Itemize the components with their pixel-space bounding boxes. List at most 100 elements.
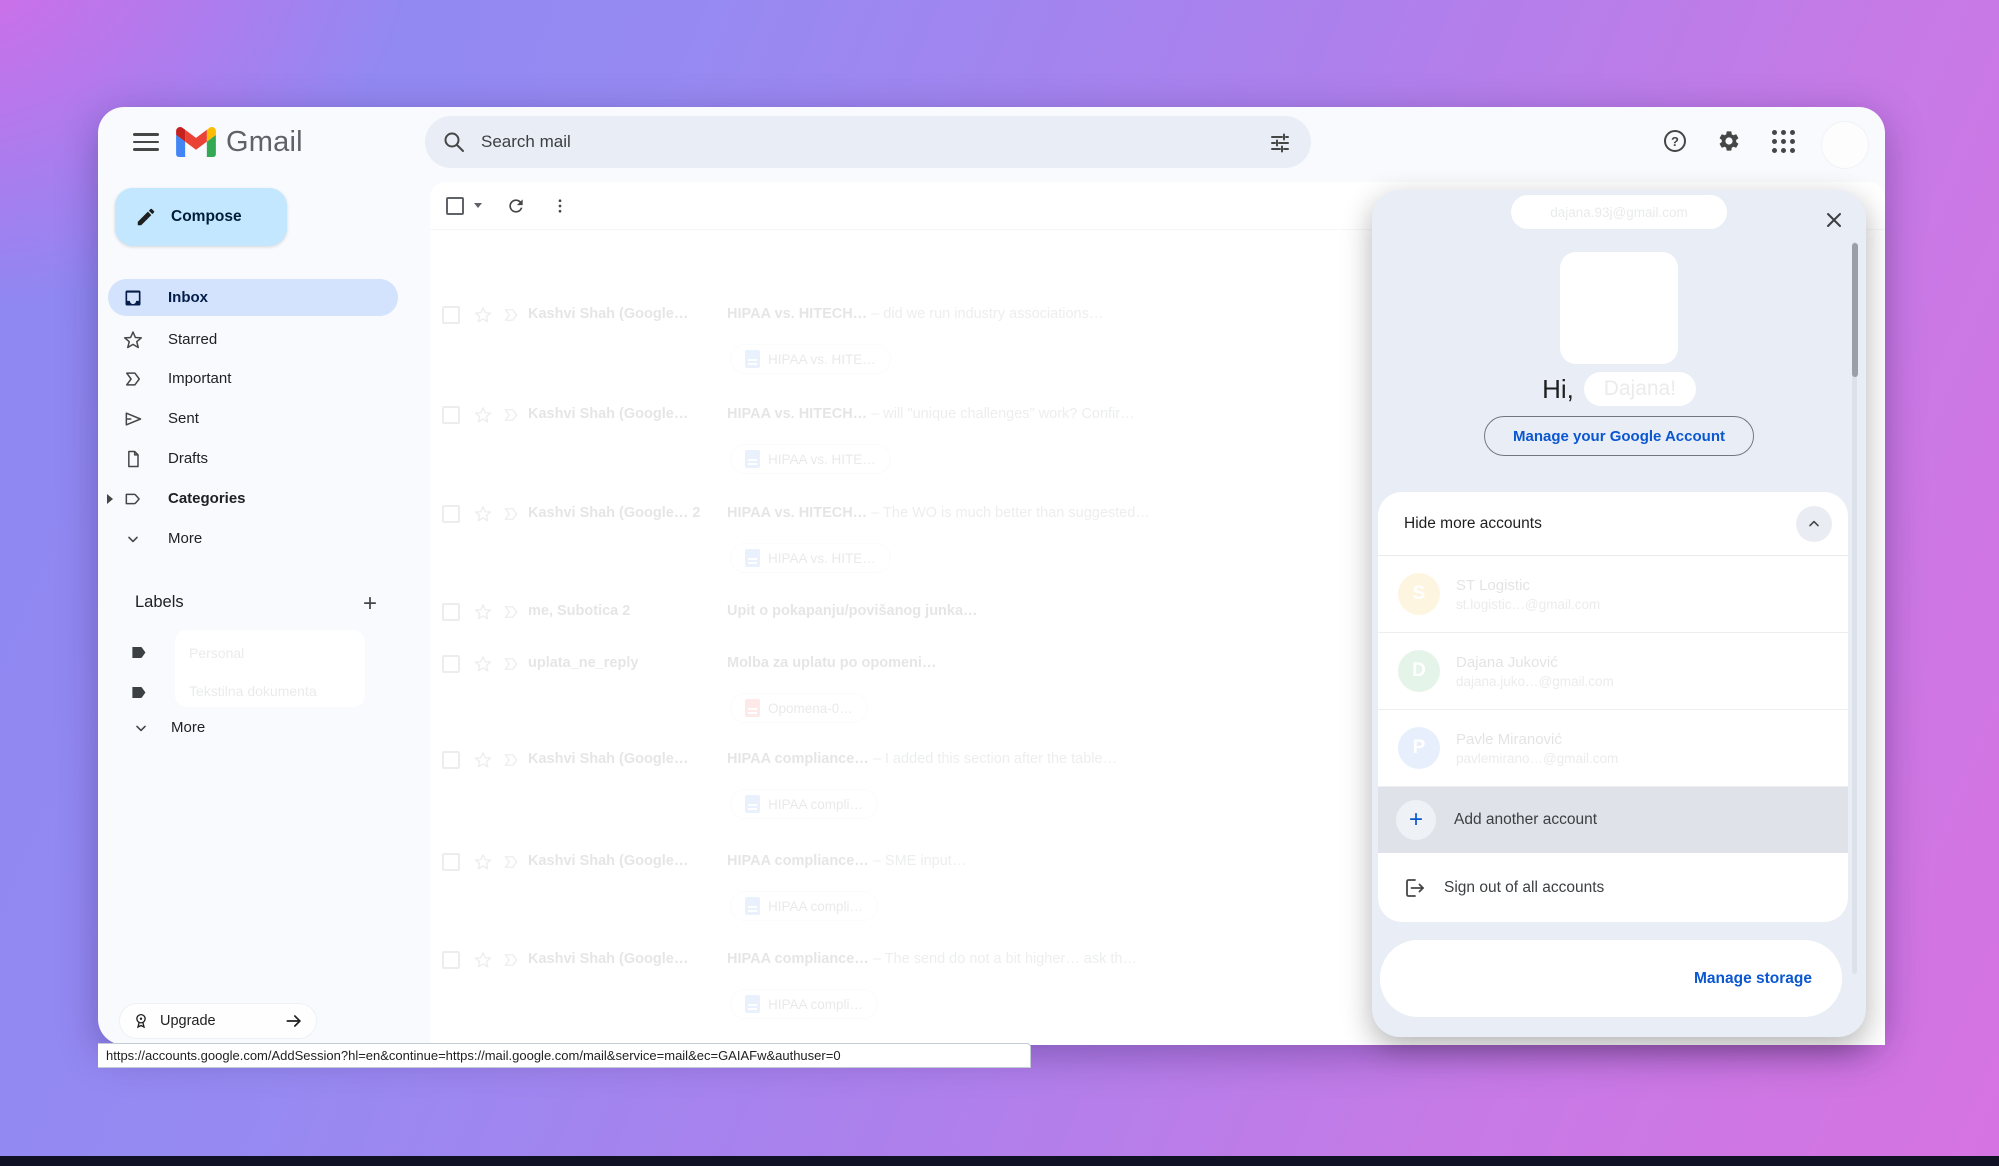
main-menu-button[interactable] [122, 118, 170, 166]
attachment-doc-icon [745, 350, 760, 368]
email-row[interactable]: uplata_ne_replyMolba za uplatu po opomen… [430, 655, 1390, 747]
status-url: https://accounts.google.com/AddSession?h… [106, 1048, 841, 1063]
sidebar-item-inbox[interactable]: Inbox [108, 279, 398, 316]
account-row-redacted-content: PPavle Miranovićpavlemirano…@gmail.com [1378, 710, 1848, 786]
attachment-chip[interactable]: HIPAA compli… [730, 789, 878, 819]
search-bar[interactable]: Search mail [425, 116, 1311, 168]
star-icon[interactable] [474, 853, 492, 871]
star-icon[interactable] [474, 603, 492, 621]
email-subject-snippet: HIPAA vs. HITECH… – will "unique challen… [727, 406, 1380, 422]
categories-tag-icon [122, 489, 144, 509]
attachment-doc-icon [745, 699, 760, 717]
important-marker-icon[interactable] [502, 306, 520, 324]
email-row[interactable]: Kashvi Shah (Google…HIPAA compliance… – … [430, 951, 1390, 1043]
checkbox-icon[interactable] [442, 603, 460, 621]
star-icon[interactable] [474, 951, 492, 969]
important-marker-icon[interactable] [502, 853, 520, 871]
account-row[interactable]: DDajana Jukovićdajana.juko…@gmail.com [1378, 633, 1848, 710]
more-options-button[interactable] [540, 186, 580, 226]
attachment-chip[interactable]: HIPAA vs. HITE… [730, 344, 891, 374]
manage-google-account-button[interactable]: Manage your Google Account [1484, 416, 1754, 456]
email-row[interactable]: Kashvi Shah (Google…HIPAA compliance… – … [430, 853, 1390, 945]
email-subject-snippet: Upit o pokapanju/povišanog junka… [727, 603, 1380, 619]
important-marker-icon[interactable] [502, 655, 520, 673]
storage-card: Manage storage [1380, 940, 1842, 1017]
checkbox-icon[interactable] [442, 406, 460, 424]
attachment-chip[interactable]: HIPAA compli… [730, 989, 878, 1019]
checkbox-icon[interactable] [442, 853, 460, 871]
desktop-background: Gmail Search mail ? [0, 0, 1999, 1166]
chevron-up-icon[interactable] [1796, 506, 1832, 542]
checkbox-icon[interactable] [442, 655, 460, 673]
upgrade-label: Upgrade [160, 1013, 216, 1029]
checkbox-icon[interactable] [442, 751, 460, 769]
more-labels-label: More [171, 719, 205, 736]
popup-scrollbar-thumb[interactable] [1852, 243, 1858, 377]
search-icon[interactable] [443, 131, 465, 153]
account-row[interactable]: PPavle Miranovićpavlemirano…@gmail.com [1378, 710, 1848, 787]
settings-button[interactable] [1708, 120, 1750, 162]
attachment-chip[interactable]: HIPAA compli… [730, 891, 878, 921]
upgrade-button[interactable]: Upgrade [120, 1004, 316, 1038]
important-marker-icon[interactable] [502, 951, 520, 969]
email-sender: Kashvi Shah (Google… [528, 853, 720, 869]
google-account-menu: dajana.93j@gmail.com Hi, Dajana! Manage … [1372, 190, 1866, 1037]
expand-triangle-icon[interactable] [107, 494, 113, 504]
email-row[interactable]: Kashvi Shah (Google… 2HIPAA vs. HITECH… … [430, 505, 1390, 597]
star-icon[interactable] [474, 306, 492, 324]
sidebar-item-sent[interactable]: Sent [108, 400, 398, 437]
email-sender: Kashvi Shah (Google… 2 [528, 505, 720, 521]
select-all-checkbox[interactable] [446, 197, 464, 215]
email-row[interactable]: Kashvi Shah (Google…HIPAA vs. HITECH… – … [430, 406, 1390, 498]
compose-button[interactable]: Compose [115, 188, 287, 246]
attachment-chip[interactable]: HIPAA vs. HITE… [730, 444, 891, 474]
star-icon[interactable] [474, 655, 492, 673]
labels-redacted-area[interactable]: Personal Tekstilna dokumenta [175, 630, 365, 707]
sidebar-item-starred[interactable]: Starred [108, 321, 398, 358]
email-row[interactable]: Kashvi Shah (Google…HIPAA vs. HITECH… – … [430, 306, 1390, 398]
checkbox-icon[interactable] [442, 505, 460, 523]
hamburger-icon [133, 128, 159, 156]
email-row[interactable]: Kashvi Shah (Google…HIPAA compliance… – … [430, 751, 1390, 843]
sidebar-item-important[interactable]: Important [108, 360, 398, 397]
important-marker-icon[interactable] [502, 603, 520, 621]
attachment-chip[interactable]: Opomena-0… [730, 693, 868, 723]
close-button[interactable] [1818, 204, 1850, 236]
gear-icon [1717, 129, 1741, 153]
important-marker-icon[interactable] [502, 505, 520, 523]
tune-icon [1269, 131, 1291, 153]
star-icon[interactable] [474, 751, 492, 769]
account-row[interactable]: SST Logisticst.logistic…@gmail.com [1378, 556, 1848, 633]
checkbox-icon[interactable] [442, 951, 460, 969]
checkbox-icon[interactable] [442, 306, 460, 324]
profile-avatar-redacted[interactable] [1560, 252, 1678, 364]
attachment-name: HIPAA vs. HITE… [768, 452, 876, 467]
add-another-account-row[interactable]: + Add another account [1378, 787, 1848, 853]
chevron-down-icon [133, 720, 149, 736]
refresh-button[interactable] [496, 186, 536, 226]
hide-more-accounts-row[interactable]: Hide more accounts [1378, 492, 1848, 556]
manage-storage-link[interactable]: Manage storage [1694, 970, 1812, 988]
sign-out-all-row[interactable]: Sign out of all accounts [1378, 853, 1848, 922]
help-button[interactable]: ? [1654, 120, 1696, 162]
star-icon [122, 330, 144, 350]
label-tag-icon [130, 683, 149, 702]
account-avatar[interactable] [1821, 121, 1869, 169]
sidebar-item-more[interactable]: More [108, 520, 398, 557]
create-label-button[interactable]: + [353, 587, 387, 621]
important-marker-icon[interactable] [502, 751, 520, 769]
star-icon[interactable] [474, 505, 492, 523]
search-options-button[interactable] [1259, 121, 1301, 163]
sidebar-item-categories[interactable]: Categories [108, 480, 398, 517]
important-marker-icon[interactable] [502, 406, 520, 424]
email-sender: Kashvi Shah (Google… [528, 951, 720, 967]
star-icon[interactable] [474, 406, 492, 424]
attachment-chip[interactable]: HIPAA vs. HITE… [730, 543, 891, 573]
select-dropdown-caret[interactable] [474, 203, 482, 208]
sidebar-labels-more[interactable]: More [133, 719, 205, 736]
account-email: pavlemirano…@gmail.com [1456, 751, 1618, 766]
attachment-doc-icon [745, 795, 760, 813]
draft-icon [122, 449, 144, 469]
google-apps-button[interactable] [1762, 120, 1804, 162]
sidebar-item-drafts[interactable]: Drafts [108, 440, 398, 477]
